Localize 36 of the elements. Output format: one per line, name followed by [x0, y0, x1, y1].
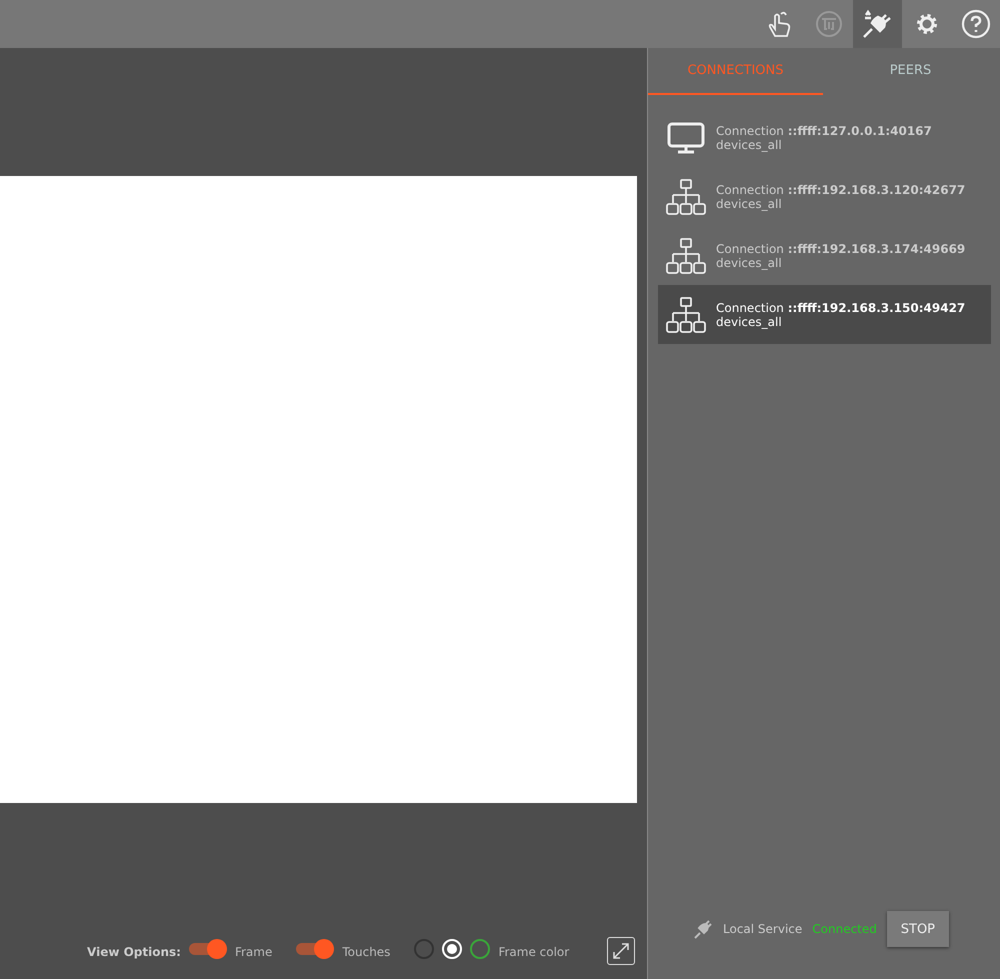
hand-icon — [766, 10, 792, 38]
toggle-label: Frame — [234, 945, 272, 959]
service-label: Local Service — [723, 922, 802, 936]
connection-title: Connection ::ffff:192.168.3.120:42677 — [716, 182, 966, 196]
connection-item[interactable]: Connection ::ffff:127.0.0.1:40167 devices_all — [658, 108, 991, 167]
help-icon — [960, 9, 990, 39]
plug-icon — [693, 919, 713, 939]
connection-group: devices_all — [716, 314, 966, 328]
color-radio[interactable] — [470, 939, 490, 959]
toolbar-button[interactable] — [853, 0, 902, 48]
network-icon — [666, 238, 706, 274]
toggle-label: Touches — [342, 945, 390, 959]
view-options-label: View Options: — [87, 945, 181, 959]
connection-group: devices_all — [716, 138, 932, 152]
monitor-icon — [667, 122, 705, 154]
connection-item[interactable]: Connection ::ffff:192.168.3.174:49669 devices_all — [658, 226, 991, 285]
connection-group: devices_all — [716, 196, 966, 210]
connection-title: Connection ::ffff:192.168.3.150:49427 — [716, 300, 966, 314]
connection-title: Connection ::ffff:127.0.0.1:40167 — [716, 124, 932, 138]
expand-icon — [611, 941, 631, 961]
network-icon — [666, 178, 706, 214]
toggle-switch[interactable] — [188, 939, 227, 959]
tui-icon — [814, 10, 842, 38]
toggle-switch[interactable] — [296, 939, 334, 959]
connection-item[interactable]: Connection ::ffff:192.168.3.120:42677 devices_all — [658, 167, 991, 226]
color-radio[interactable] — [414, 939, 434, 959]
frame-color-label: Frame color — [498, 945, 570, 959]
connection-item[interactable]: Connection ::ffff:192.168.3.150:49427 devices_all — [658, 285, 991, 344]
connection-title: Connection ::ffff:192.168.3.174:49669 — [716, 242, 966, 256]
connection-group: devices_all — [716, 256, 966, 270]
service-status: Connected — [812, 922, 877, 936]
expand-button[interactable] — [607, 937, 635, 965]
tab[interactable]: PEERS — [823, 48, 998, 95]
stop-button[interactable]: STOP — [886, 911, 949, 947]
network-icon — [666, 296, 706, 332]
tab[interactable]: CONNECTIONS — [648, 48, 823, 95]
